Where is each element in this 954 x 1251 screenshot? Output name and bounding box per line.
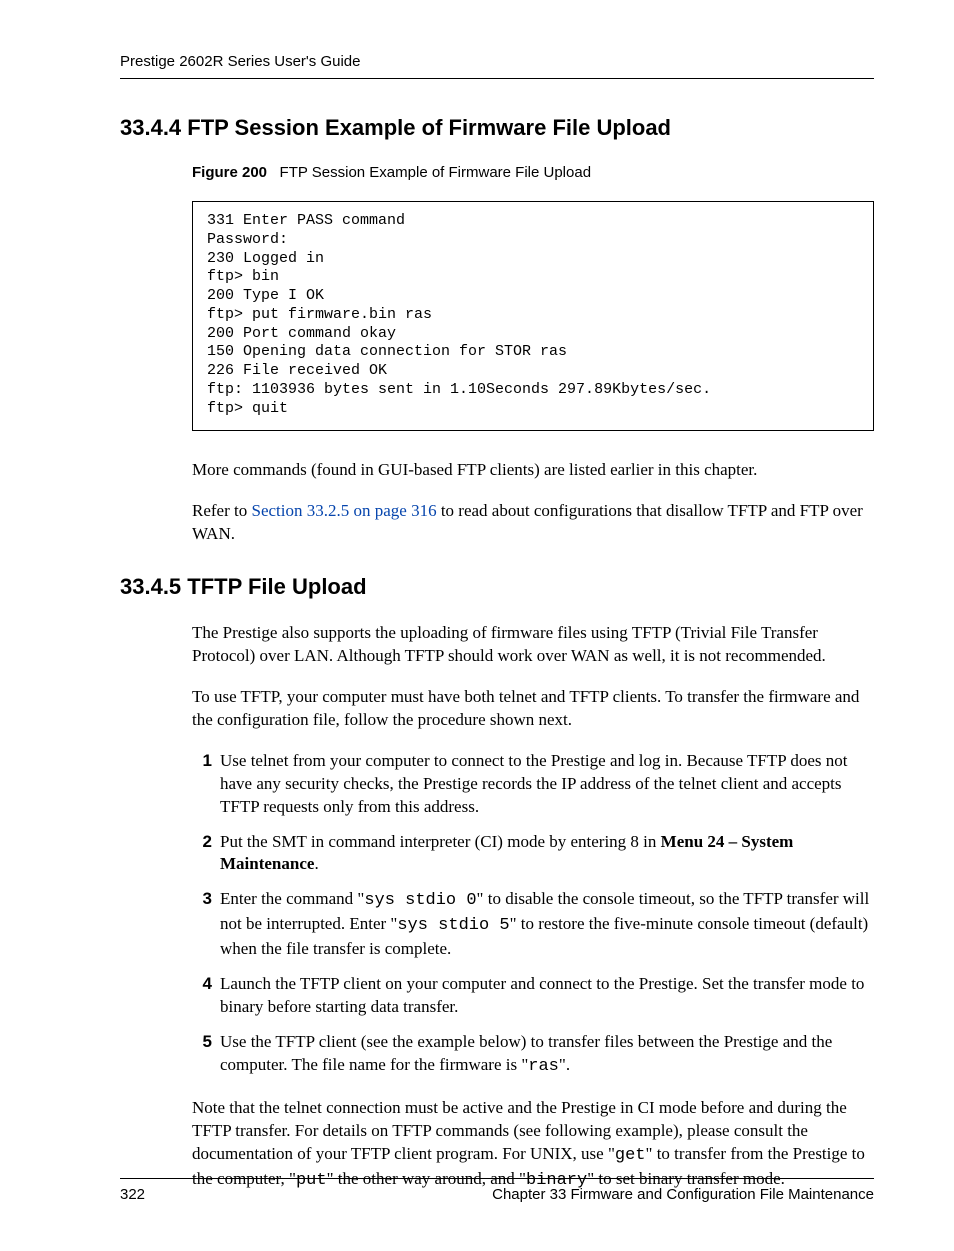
- step-2: 2 Put the SMT in command interpreter (CI…: [192, 831, 874, 877]
- page-number: 322: [120, 1185, 145, 1205]
- step-4: 4 Launch the TFTP client on your compute…: [192, 973, 874, 1019]
- inline-code: ras: [528, 1057, 559, 1076]
- text-run: ".: [559, 1055, 570, 1074]
- inline-code: sys stdio 5: [397, 916, 509, 935]
- step-text: Put the SMT in command interpreter (CI) …: [220, 832, 793, 874]
- step-text: Enter the command "sys stdio 0" to disab…: [220, 889, 869, 958]
- text-run: Put the SMT in command interpreter (CI) …: [220, 832, 661, 851]
- text-run: Refer to: [192, 501, 251, 520]
- section-heading-3445: 33.4.5 TFTP File Upload: [120, 572, 874, 602]
- document-page: Prestige 2602R Series User's Guide 33.4.…: [0, 0, 954, 1251]
- paragraph: Refer to Section 33.2.5 on page 316 to r…: [192, 500, 874, 546]
- step-3: 3 Enter the command "sys stdio 0" to dis…: [192, 888, 874, 961]
- figure-label: Figure 200: [192, 164, 267, 181]
- section-heading-3444: 33.4.4 FTP Session Example of Firmware F…: [120, 113, 874, 143]
- paragraph: The Prestige also supports the uploading…: [192, 622, 874, 668]
- figure-caption-text: FTP Session Example of Firmware File Upl…: [280, 164, 592, 181]
- paragraph: More commands (found in GUI-based FTP cl…: [192, 459, 874, 482]
- page-footer: 322 Chapter 33 Firmware and Configuratio…: [120, 1178, 874, 1205]
- step-number: 3: [192, 888, 212, 911]
- step-1: 1 Use telnet from your computer to conne…: [192, 750, 874, 819]
- numbered-steps: 1 Use telnet from your computer to conne…: [192, 750, 874, 1079]
- step-number: 4: [192, 973, 212, 996]
- step-text: Use telnet from your computer to connect…: [220, 751, 847, 816]
- text-run: .: [314, 854, 318, 873]
- step-5: 5 Use the TFTP client (see the example b…: [192, 1031, 874, 1079]
- step-number: 5: [192, 1031, 212, 1054]
- step-number: 2: [192, 831, 212, 854]
- inline-code: get: [615, 1146, 646, 1165]
- running-head: Prestige 2602R Series User's Guide: [120, 52, 874, 79]
- step-text: Launch the TFTP client on your computer …: [220, 974, 864, 1016]
- figure-caption-200: Figure 200 FTP Session Example of Firmwa…: [192, 163, 874, 183]
- cross-reference-link[interactable]: Section 33.2.5 on page 316: [251, 501, 436, 520]
- text-run: Enter the command ": [220, 889, 364, 908]
- paragraph: To use TFTP, your computer must have bot…: [192, 686, 874, 732]
- chapter-title: Chapter 33 Firmware and Configuration Fi…: [492, 1185, 874, 1205]
- step-text: Use the TFTP client (see the example bel…: [220, 1032, 832, 1074]
- step-number: 1: [192, 750, 212, 773]
- ftp-session-code-block: 331 Enter PASS command Password: 230 Log…: [192, 201, 874, 431]
- text-run: Use the TFTP client (see the example bel…: [220, 1032, 832, 1074]
- inline-code: sys stdio 0: [364, 891, 476, 910]
